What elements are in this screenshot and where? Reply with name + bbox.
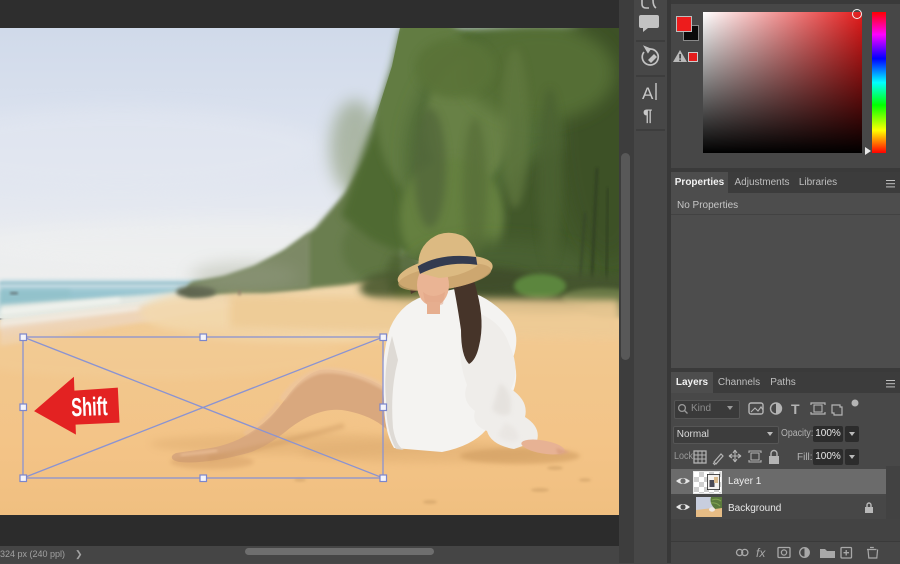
svg-text:fx: fx	[756, 546, 766, 560]
svg-text:T: T	[791, 401, 800, 417]
svg-text:Shift: Shift	[71, 391, 108, 422]
svg-text:A: A	[642, 84, 654, 103]
svg-text:¶: ¶	[643, 106, 652, 125]
